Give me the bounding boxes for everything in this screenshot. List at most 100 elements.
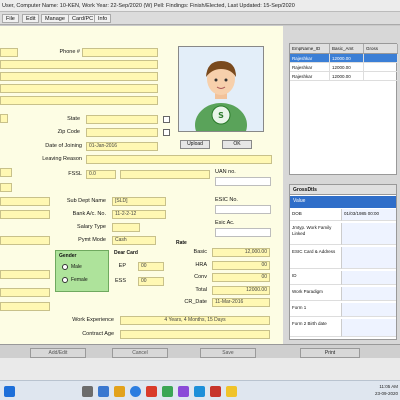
salary-type-field[interactable] [112, 223, 140, 232]
details-row-value[interactable]: 01/03/1985 00:00 [342, 209, 396, 221]
table-row-cell[interactable]: Rajeshkar [290, 63, 330, 72]
grid-header-gross[interactable]: Gross [364, 44, 398, 54]
details-title: GrossDtls [290, 185, 396, 195]
edge-icon[interactable] [130, 386, 141, 397]
fssl-field[interactable]: 0.0 [86, 170, 116, 179]
misc-field-1[interactable] [0, 168, 12, 177]
conv-field[interactable]: 00 [212, 273, 270, 282]
tray-time: 11:05 AM [379, 384, 398, 389]
file-explorer-icon[interactable] [114, 386, 125, 397]
basic-field[interactable]: 12,000.00 [212, 248, 270, 257]
pymt-mode-field[interactable]: Cash [112, 236, 156, 245]
emp-code-field[interactable] [0, 48, 18, 57]
hra-field[interactable]: 00 [212, 261, 270, 270]
upload-photo-button[interactable]: Upload [180, 140, 210, 149]
ep-label: EP [118, 263, 126, 269]
grid-header-emp[interactable]: EmpName_ID [290, 44, 330, 54]
date-joining-field[interactable]: 01-Jan-2016 [86, 142, 158, 151]
dept-field[interactable] [0, 197, 50, 206]
system-tray[interactable]: 11:05 AM 23-09-2020 [375, 380, 398, 400]
grid-header-basic[interactable]: Basic_Amt [330, 44, 364, 54]
table-row-cell[interactable] [364, 72, 398, 81]
zip-field[interactable] [86, 128, 158, 137]
details-row-value[interactable] [342, 271, 396, 285]
lower-field-3[interactable] [0, 302, 50, 311]
total-label: Total [195, 287, 207, 293]
menu-file[interactable]: File [2, 14, 19, 23]
task-view-icon[interactable] [98, 386, 109, 397]
app-icon-blue[interactable] [194, 386, 205, 397]
designation-field[interactable] [0, 210, 50, 219]
lower-field-2[interactable] [0, 288, 50, 297]
fssl-extra-field[interactable] [120, 170, 210, 179]
app-icon-yellow[interactable] [226, 386, 237, 397]
table-row-cell[interactable] [364, 63, 398, 72]
details-header-bar [290, 196, 396, 208]
gender-female-radio[interactable] [62, 277, 68, 283]
address-field-1[interactable] [0, 84, 158, 93]
menu-cardpc[interactable]: Card/PC [68, 14, 98, 23]
app-icon-green[interactable] [162, 386, 173, 397]
address-field-2[interactable] [0, 96, 158, 105]
ep-field[interactable]: 00 [138, 262, 164, 271]
app-icon-purple[interactable] [178, 386, 189, 397]
esic-label: ESIC No. [215, 197, 238, 203]
phone-field[interactable] [82, 48, 158, 57]
gender-male-radio[interactable] [62, 264, 68, 270]
details-row-value[interactable] [342, 319, 396, 337]
gender-group: Gender Male Female [55, 250, 109, 292]
start-icon[interactable] [4, 386, 15, 397]
table-row-cell[interactable] [364, 54, 398, 63]
details-row-value[interactable] [342, 247, 396, 269]
table-row-cell[interactable]: Rajeshkar [290, 72, 330, 81]
cr-date-field[interactable]: 11-Mar-2016 [212, 298, 270, 307]
svg-text:S: S [218, 111, 224, 120]
menu-info[interactable]: Info [94, 14, 112, 23]
details-row-value[interactable] [342, 303, 396, 317]
father-name-field[interactable] [0, 72, 158, 81]
esic-field[interactable] [215, 205, 271, 214]
print-button[interactable]: Print [300, 348, 360, 358]
name-field[interactable] [0, 60, 158, 69]
cr-date-label: CR_Date [184, 299, 207, 305]
table-row-cell[interactable]: 12000.00 [330, 54, 364, 63]
menu-edit[interactable]: Edit [22, 14, 40, 23]
table-row-cell[interactable]: Rajeshkar [290, 54, 330, 63]
esic-ac-field[interactable] [215, 228, 271, 237]
details-row-value[interactable] [342, 223, 396, 245]
misc-field-2[interactable] [0, 183, 12, 192]
app-icon-dark-red[interactable] [210, 386, 221, 397]
details-row-label: ID [290, 271, 342, 285]
lower-field-1[interactable] [0, 270, 50, 279]
table-row-cell[interactable]: 12000.00 [330, 72, 364, 81]
search-icon[interactable] [82, 386, 93, 397]
save-button[interactable]: Save [200, 348, 256, 358]
menu-manage[interactable]: Manage [41, 14, 69, 23]
details-row-label: ESIC Card & Address [290, 247, 342, 269]
photo-ok-button[interactable]: OK [222, 140, 252, 149]
total-field[interactable]: 12000.00 [212, 286, 270, 295]
conv-label: Conv [194, 274, 207, 280]
zip-checkbox[interactable] [163, 129, 170, 136]
contract-age-field[interactable] [120, 330, 270, 339]
city-field[interactable] [0, 114, 8, 123]
table-row-cell[interactable]: 12000.00 [330, 63, 364, 72]
app-icon-red[interactable] [146, 386, 157, 397]
details-row-value[interactable] [342, 287, 396, 301]
salary-type-label: Salary Type [77, 224, 106, 230]
leaving-reason-field[interactable] [86, 155, 272, 164]
add-edit-button[interactable]: Add/Edit [30, 348, 86, 358]
cancel-button[interactable]: Cancel [112, 348, 168, 358]
details-row-label: Form 1 [290, 303, 342, 317]
state-checkbox[interactable] [163, 116, 170, 123]
details-row-label: Jmtyp. Work Family Linked [290, 223, 342, 245]
bank-ac-label: Bank A/c. No. [72, 211, 106, 217]
sub-dept-field[interactable]: [SLD] [112, 197, 166, 206]
uan-field[interactable] [215, 177, 271, 186]
grade-field[interactable] [0, 236, 50, 245]
bank-ac-field[interactable]: 11-2-2-12 [112, 210, 166, 219]
state-field[interactable] [86, 115, 158, 124]
date-joining-label: Date of Joining [45, 143, 82, 149]
ess-field[interactable]: 00 [138, 277, 164, 286]
esic-ac-label: Esic Ac. [215, 220, 235, 226]
